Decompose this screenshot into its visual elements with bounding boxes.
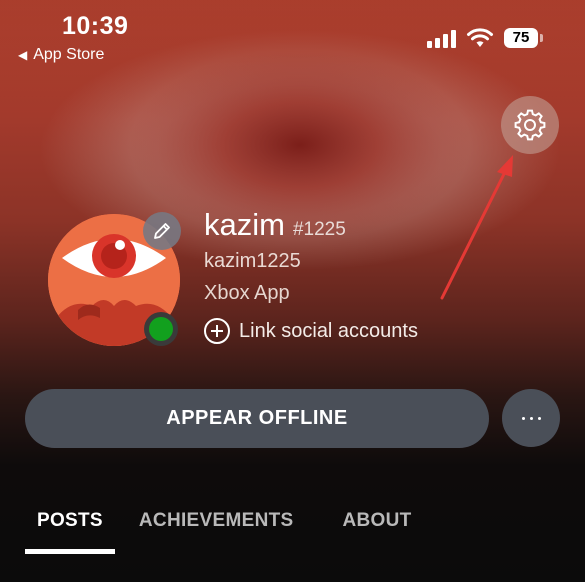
online-status-badge (144, 312, 178, 346)
real-name: kazim1225 (204, 250, 301, 272)
wifi-icon (467, 28, 493, 47)
gamertag-name: kazim (204, 207, 285, 242)
more-options-button[interactable] (502, 389, 560, 447)
back-arrow-icon: ◀ (18, 48, 28, 62)
signal-icon (427, 30, 456, 48)
battery-tip (540, 34, 543, 42)
tab-achievements[interactable]: ACHIEVEMENTS (139, 510, 294, 546)
tab-posts[interactable]: POSTS (25, 510, 115, 554)
back-to-app-store[interactable]: ◀ App Store (18, 46, 104, 64)
tab-about[interactable]: ABOUT (342, 510, 411, 546)
gamertag: kazim #1225 (204, 207, 346, 243)
link-social-label: Link social accounts (239, 319, 418, 342)
edit-avatar-button[interactable] (143, 212, 181, 250)
more-dots-icon (521, 416, 525, 420)
appear-offline-button[interactable]: APPEAR OFFLINE (25, 389, 489, 448)
link-social-accounts-button[interactable]: Link social accounts (204, 318, 418, 344)
more-dot (537, 416, 541, 420)
plus-circle-icon (204, 318, 230, 344)
settings-button[interactable] (501, 96, 559, 154)
pencil-icon (154, 223, 170, 239)
gear-icon (514, 109, 546, 141)
battery-icon: 75 (504, 28, 538, 48)
status-time: 10:39 (62, 12, 129, 40)
profile-tabs: POSTS ACHIEVEMENTS ABOUT (25, 510, 448, 554)
back-label: App Store (33, 46, 105, 63)
app-name: Xbox App (204, 282, 290, 304)
gamertag-suffix: #1225 (292, 219, 346, 240)
more-dot (529, 416, 533, 420)
